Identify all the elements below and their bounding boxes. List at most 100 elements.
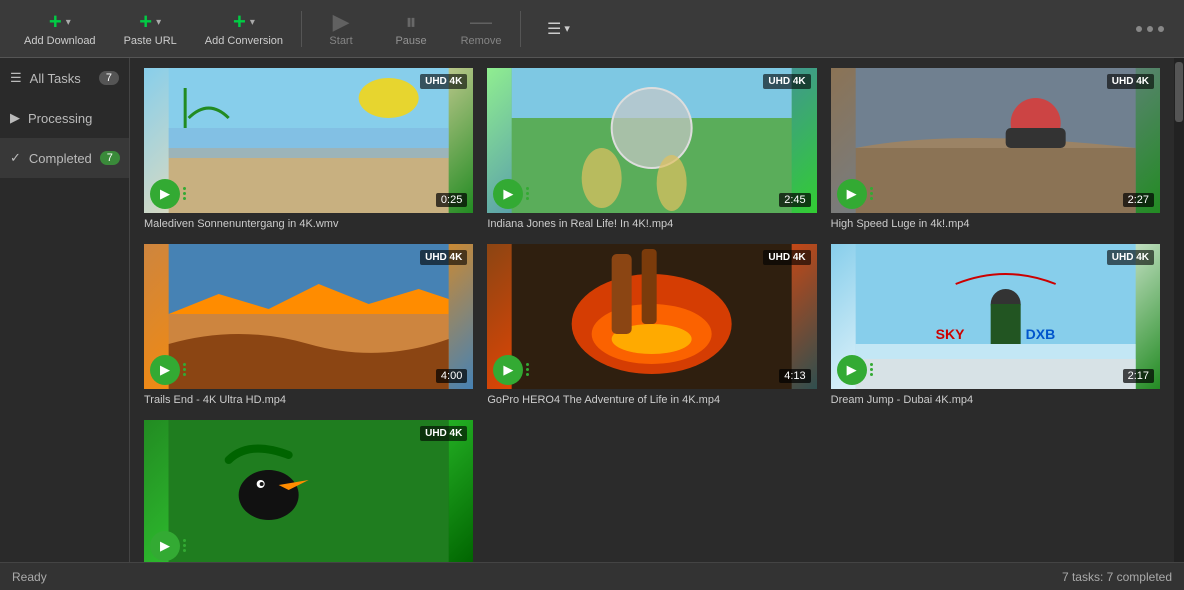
remove-icon: — [470,11,492,33]
uhd-badge: UHD 4K [420,74,467,89]
processing-label: Processing [28,111,92,126]
duration-badge: 2:27 [1123,193,1154,207]
add-conversion-button[interactable]: + ▾ Add Conversion [191,7,297,51]
video-title: Dream Jump - Dubai 4K.mp4 [831,394,1160,406]
video-card[interactable]: UHD 4K 4:13 ▶ GoPro HERO4 The Adventure … [487,244,816,406]
pause-icon: ⏸ [406,11,417,33]
all-tasks-badge: 7 [99,71,119,85]
add-conversion-label: Add Conversion [205,35,283,47]
remove-button[interactable]: — Remove [446,7,516,51]
start-button[interactable]: ▶ Start [306,7,376,51]
thumb-bg [144,244,473,389]
duration-badge: 0:25 [436,193,467,207]
toolbar-divider-1 [301,11,302,47]
pause-button[interactable]: ⏸ Pause [376,7,446,51]
completed-badge: 7 [100,151,120,165]
play-button[interactable]: ▶ [837,355,873,385]
main-area: ☰ All Tasks 7 ▶ Processing ✓ Completed 7 [0,58,1184,562]
video-thumbnail: UHD 4K 4:00 ▶ [144,244,473,389]
add-conversion-plus-icon: + [233,11,246,33]
play-dots [870,187,873,200]
video-title: GoPro HERO4 The Adventure of Life in 4K.… [487,394,816,406]
pause-label: Pause [395,35,426,47]
thumb-bg [144,420,473,562]
video-title: Indiana Jones in Real Life! In 4K!.mp4 [487,218,816,230]
video-thumbnail: SKY DXB UHD 4K 2:17 ▶ [831,244,1160,389]
dot-1 [1136,26,1142,32]
play-button[interactable]: ▶ [837,179,873,209]
video-card[interactable]: UHD 4K 2:45 ▶ Indiana Jones in Real Life… [487,68,816,230]
play-dots [870,363,873,376]
add-download-label: Add Download [24,35,96,47]
play-dots [183,187,186,200]
add-download-dropdown-arrow[interactable]: ▾ [66,17,71,28]
play-circle: ▶ [493,355,523,385]
processing-icon: ▶ [10,110,20,126]
paste-url-dropdown-arrow[interactable]: ▾ [156,17,161,28]
thumb-bg: SKY DXB [831,244,1160,389]
uhd-badge: UHD 4K [763,250,810,265]
thumb-bg [487,68,816,213]
uhd-badge: UHD 4K [420,426,467,441]
play-dots [183,363,186,376]
play-dots [526,187,529,200]
video-card[interactable]: UHD 4K 4:00 ▶ Trails End - 4K Ultra HD.m… [144,244,473,406]
list-icon: ☰ [10,70,22,86]
sidebar-item-completed[interactable]: ✓ Completed 7 [0,138,129,178]
dot-3 [1158,26,1164,32]
toolbar-divider-2 [520,11,521,47]
remove-label: Remove [461,35,502,47]
play-circle: ▶ [837,355,867,385]
duration-badge: 4:13 [779,369,810,383]
video-card[interactable]: UHD 4K ▶ [144,420,473,562]
play-button[interactable]: ▶ [493,179,529,209]
menu-dropdown-arrow: ▾ [564,22,570,35]
scroll-thumb[interactable] [1175,62,1183,122]
video-title: Malediven Sonnenuntergang in 4K.wmv [144,218,473,230]
add-conversion-dropdown-arrow[interactable]: ▾ [250,17,255,28]
duration-badge: 2:17 [1123,369,1154,383]
video-card[interactable]: UHD 4K 0:25 ▶ Malediven Sonnenuntergang … [144,68,473,230]
play-dots [526,363,529,376]
svg-text:SKY: SKY [935,326,964,342]
menu-button[interactable]: ☰ ▾ [533,13,584,45]
video-title: Trails End - 4K Ultra HD.mp4 [144,394,473,406]
paste-url-button[interactable]: + ▾ Paste URL [110,7,191,51]
play-button[interactable]: ▶ [493,355,529,385]
video-thumbnail: UHD 4K 2:45 ▶ [487,68,816,213]
scrollbar[interactable] [1174,58,1184,562]
play-button[interactable]: ▶ [150,531,186,561]
svg-text:DXB: DXB [1025,326,1055,342]
hamburger-icon: ☰ [547,19,561,39]
thumb-bg [831,68,1160,213]
video-thumbnail: UHD 4K 4:13 ▶ [487,244,816,389]
duration-badge: 4:00 [436,369,467,383]
video-card[interactable]: SKY DXB UHD 4K 2:17 ▶ Dream Jump - Dubai… [831,244,1160,406]
plus-icon: + [49,11,62,33]
uhd-badge: UHD 4K [1107,74,1154,89]
video-card[interactable]: UHD 4K 2:27 ▶ High Speed Luge in 4k!.mp4 [831,68,1160,230]
status-bar: Ready 7 tasks: 7 completed [0,562,1184,590]
toolbar: + ▾ Add Download + ▾ Paste URL + ▾ Add C… [0,0,1184,58]
video-grid: UHD 4K 0:25 ▶ Malediven Sonnenuntergang … [144,68,1160,562]
video-thumbnail: UHD 4K ▶ [144,420,473,562]
more-options-button[interactable] [1126,26,1174,32]
play-button[interactable]: ▶ [150,355,186,385]
start-label: Start [329,35,352,47]
play-button[interactable]: ▶ [150,179,186,209]
thumb-bg [144,68,473,213]
play-circle: ▶ [837,179,867,209]
play-circle: ▶ [493,179,523,209]
sidebar: ☰ All Tasks 7 ▶ Processing ✓ Completed 7 [0,58,130,562]
content-area[interactable]: UHD 4K 0:25 ▶ Malediven Sonnenuntergang … [130,58,1174,562]
sidebar-item-processing[interactable]: ▶ Processing [0,98,129,138]
sidebar-item-all-tasks[interactable]: ☰ All Tasks 7 [0,58,129,98]
paste-url-label: Paste URL [124,35,177,47]
add-download-button[interactable]: + ▾ Add Download [10,7,110,51]
duration-badge: 2:45 [779,193,810,207]
paste-url-plus-icon: + [139,11,152,33]
play-dots [183,539,186,552]
start-icon: ▶ [333,11,350,33]
play-circle: ▶ [150,531,180,561]
video-thumbnail: UHD 4K 2:27 ▶ [831,68,1160,213]
